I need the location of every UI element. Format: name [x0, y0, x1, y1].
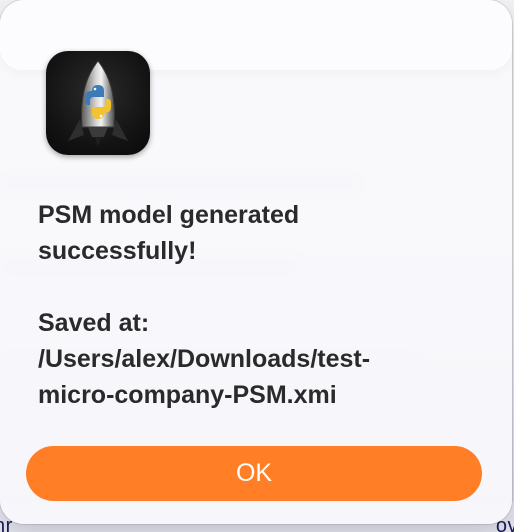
message-line: successfully!: [38, 237, 197, 265]
python-rocket-app-icon: [46, 51, 150, 155]
alert-dialog: PSM model generated successfully! Saved …: [0, 0, 512, 524]
rocket-icon: [68, 60, 128, 147]
message-line: PSM model generated: [38, 201, 300, 229]
saved-path-line: /Users/alex/Downloads/test-: [38, 345, 371, 373]
saved-path-line: micro-company-PSM.xmi: [38, 381, 337, 409]
saved-at-label: Saved at:: [38, 309, 150, 337]
dialog-message: PSM model generated successfully! Saved …: [38, 197, 478, 413]
ok-button[interactable]: OK: [26, 446, 482, 501]
